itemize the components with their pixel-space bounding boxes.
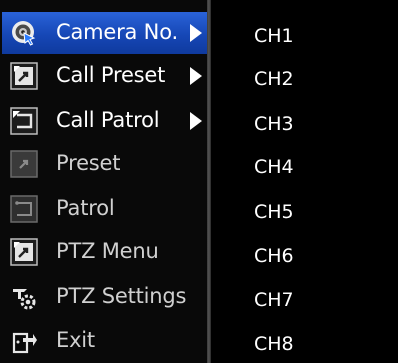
- menu-item-label: Patrol: [56, 196, 115, 220]
- ptz-menu-icon: [10, 238, 38, 266]
- menu-item-ptz-menu[interactable]: PTZ Menu: [2, 231, 207, 273]
- menu-item-camera-no[interactable]: Camera No.: [2, 12, 207, 54]
- call-preset-icon: [10, 62, 38, 90]
- menu-item-ptz-settings[interactable]: PTZ Settings: [2, 276, 207, 318]
- menu-item-preset[interactable]: Preset: [2, 143, 207, 185]
- menu-item-label: Call Patrol: [56, 108, 160, 132]
- channel-item-ch4[interactable]: CH4: [254, 155, 294, 179]
- channel-item-ch6[interactable]: CH6: [254, 244, 294, 268]
- call-patrol-icon: [10, 107, 38, 135]
- channel-item-ch2[interactable]: CH2: [254, 67, 294, 91]
- menu-item-label: PTZ Settings: [56, 284, 187, 308]
- submenu-arrow-icon: [190, 67, 202, 85]
- channel-item-ch5[interactable]: CH5: [254, 200, 294, 224]
- patrol-icon: [10, 195, 38, 223]
- channel-item-ch1[interactable]: CH1: [254, 24, 294, 48]
- camera-number-icon: [10, 19, 38, 47]
- menu-item-call-preset[interactable]: Call Preset: [2, 55, 207, 97]
- ptz-context-menu: Camera No. Call Preset Call Patrol Prese…: [0, 0, 398, 363]
- channel-item-ch8[interactable]: CH8: [254, 332, 294, 356]
- menu-item-label: Call Preset: [56, 63, 166, 87]
- ptz-menu-panel: Camera No. Call Preset Call Patrol Prese…: [0, 0, 207, 363]
- ptz-settings-icon: [10, 283, 38, 311]
- menu-item-label: Exit: [56, 328, 95, 352]
- preset-icon: [10, 150, 38, 178]
- menu-item-label: PTZ Menu: [56, 239, 159, 263]
- camera-number-submenu: CH1 CH2 CH3 CH4 CH5 CH6 CH7 CH8: [211, 0, 398, 363]
- channel-item-ch7[interactable]: CH7: [254, 288, 294, 312]
- menu-item-patrol[interactable]: Patrol: [2, 188, 207, 230]
- channel-item-ch3[interactable]: CH3: [254, 112, 294, 136]
- menu-item-call-patrol[interactable]: Call Patrol: [2, 100, 207, 142]
- exit-icon: [10, 327, 38, 355]
- menu-item-label: Camera No.: [56, 20, 178, 44]
- menu-item-label: Preset: [56, 151, 121, 175]
- submenu-arrow-icon: [190, 112, 202, 130]
- menu-item-exit[interactable]: Exit: [2, 320, 207, 362]
- submenu-arrow-icon: [190, 24, 202, 42]
